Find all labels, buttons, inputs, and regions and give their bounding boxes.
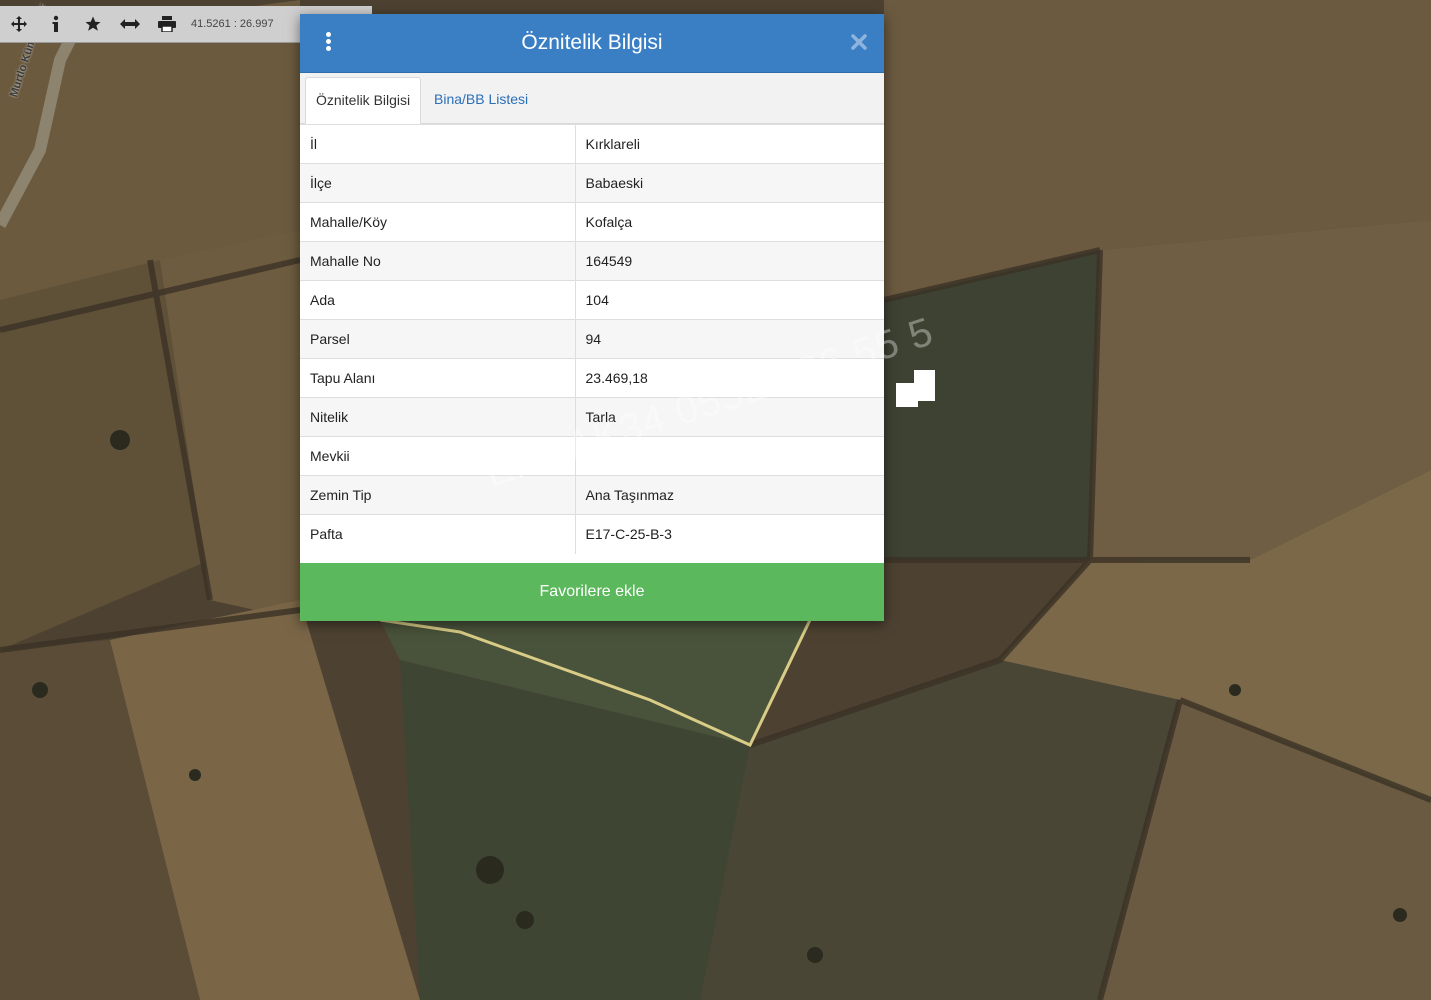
table-row: Nitelik Tarla	[300, 397, 884, 437]
dialog-header: Öznitelik Bilgisi	[300, 14, 884, 73]
table-row: Pafta E17-C-25-B-3	[300, 514, 884, 554]
row-value: 23.469,18	[575, 358, 884, 398]
row-value: E17-C-25-B-3	[575, 514, 884, 554]
table-row: Parsel 94	[300, 319, 884, 359]
row-value: 94	[575, 319, 884, 359]
table-row: İlçe Babaeski	[300, 163, 884, 203]
row-value: Ana Taşınmaz	[575, 475, 884, 515]
info-icon	[52, 15, 58, 32]
table-row: Mahalle/Köy Kofalça	[300, 202, 884, 242]
table-row: Tapu Alanı 23.469,18	[300, 358, 884, 398]
row-value: Kırklareli	[575, 124, 884, 164]
row-value: 104	[575, 280, 884, 320]
row-key: Mahalle/Köy	[300, 202, 576, 242]
row-key: Ada	[300, 280, 576, 320]
print-icon	[157, 16, 176, 32]
pan-button[interactable]	[0, 6, 37, 42]
row-key: Mahalle No	[300, 241, 576, 281]
redaction-patch	[914, 370, 935, 401]
row-key: Zemin Tip	[300, 475, 576, 515]
row-key: Pafta	[300, 514, 576, 554]
tab-building-list[interactable]: Bina/BB Listesi	[424, 77, 538, 122]
table-row: Ada 104	[300, 280, 884, 320]
measure-arrow-icon	[119, 19, 140, 29]
attribute-dialog: Öznitelik Bilgisi Öznitelik Bilgisi Bina…	[300, 14, 939, 621]
row-key: Parsel	[300, 319, 576, 359]
tab-attribute-info[interactable]: Öznitelik Bilgisi	[305, 77, 422, 124]
close-icon[interactable]	[850, 33, 868, 51]
table-row: Mahalle No 164549	[300, 241, 884, 281]
row-value: Kofalça	[575, 202, 884, 242]
favorites-button[interactable]	[74, 6, 111, 42]
dialog-tabs: Öznitelik Bilgisi Bina/BB Listesi	[300, 73, 884, 124]
row-value: Tarla	[575, 397, 884, 437]
row-key: İlçe	[300, 163, 576, 203]
row-key: Mevkii	[300, 436, 576, 476]
table-row: İl Kırklareli	[300, 124, 884, 164]
row-key: Tapu Alanı	[300, 358, 576, 398]
row-key: Nitelik	[300, 397, 576, 437]
row-value: 164549	[575, 241, 884, 281]
star-icon	[85, 16, 100, 31]
attribute-table: İl Kırklareli İlçe Babaeski Mahalle/Köy Kof…	[300, 124, 884, 554]
row-value: Babaeski	[575, 163, 884, 203]
row-key: İl	[300, 124, 576, 164]
coordinates-readout: 41.5261 : 26.997	[191, 18, 274, 30]
table-row: Zemin Tip Ana Taşınmaz	[300, 475, 884, 515]
row-value	[575, 436, 884, 476]
info-button[interactable]	[37, 6, 74, 42]
dialog-title: Öznitelik Bilgisi	[521, 31, 663, 54]
table-row: Mevkii	[300, 436, 884, 476]
measure-button[interactable]	[111, 6, 148, 42]
print-button[interactable]	[148, 6, 185, 42]
add-to-favorites-button[interactable]: Favorilere ekle	[300, 563, 884, 621]
move-icon	[10, 16, 27, 32]
